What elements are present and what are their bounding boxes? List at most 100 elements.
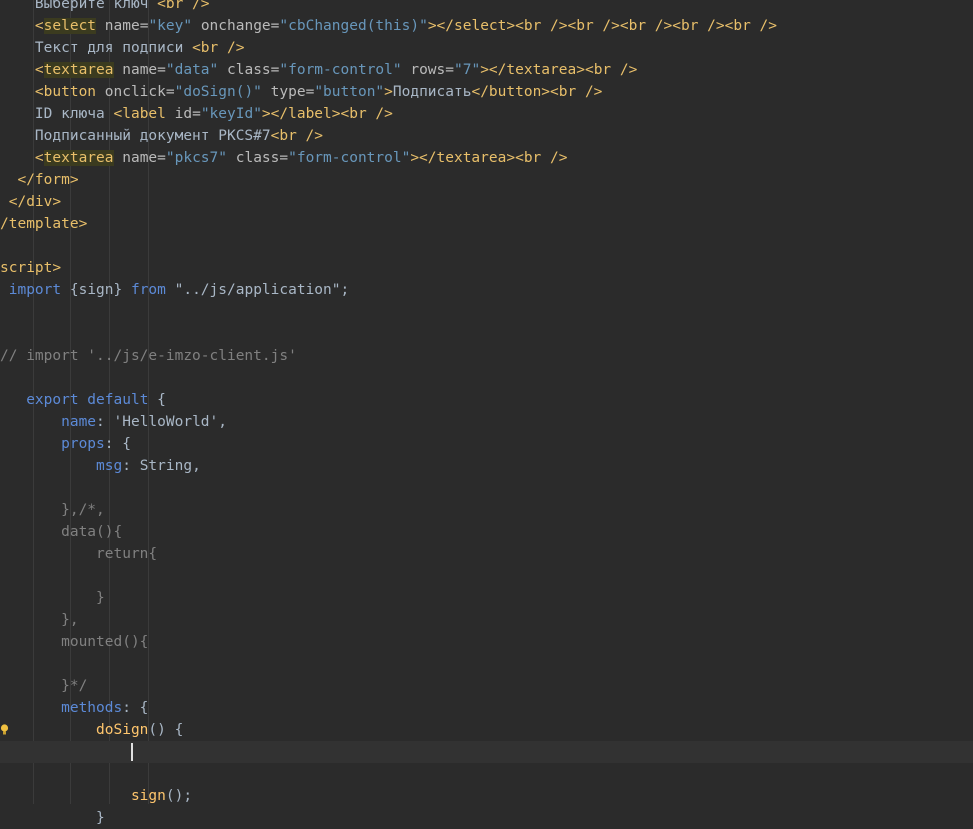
code-token: }, — [0, 612, 79, 628]
code-token: "doSign()" — [174, 84, 262, 100]
code-line[interactable]: } — [0, 807, 973, 829]
code-token: , — [218, 414, 227, 430]
code-token: : { — [104, 436, 131, 452]
code-line[interactable] — [0, 323, 973, 345]
code-token: : — [96, 414, 114, 430]
code-token: type= — [261, 84, 315, 100]
code-token: </button><br /> — [471, 84, 603, 100]
code-line[interactable]: </form> — [0, 169, 973, 191]
code-line[interactable]: <textarea name="data" class="form-contro… — [0, 59, 973, 81]
code-line[interactable]: props: { — [0, 433, 973, 455]
code-line[interactable]: <button onclick="doSign()" type="button"… — [0, 81, 973, 103]
code-line[interactable]: <select name="key" onchange="cbChanged(t… — [0, 15, 973, 37]
code-token: "key" — [148, 18, 193, 34]
code-line[interactable]: Текст для подписи <br /> — [0, 37, 973, 59]
code-line[interactable]: script> — [0, 257, 973, 279]
code-token: // import '../js/e-imzo-client.js' — [0, 348, 297, 364]
code-token: doSign — [96, 722, 149, 738]
code-token: ></label><br /> — [261, 106, 393, 122]
code-line[interactable]: export default { — [0, 389, 973, 411]
code-token: "form-control" — [288, 150, 411, 166]
code-line[interactable] — [0, 367, 973, 389]
code-line[interactable]: mounted(){ — [0, 631, 973, 653]
code-token: } — [0, 590, 105, 606]
code-line[interactable]: data(){ — [0, 521, 973, 543]
code-token: "button" — [314, 84, 385, 100]
code-token: name= — [113, 62, 166, 78]
code-token: "data" — [165, 62, 219, 78]
code-line[interactable] — [0, 477, 973, 499]
code-token: ID ключа — [0, 106, 114, 122]
code-token: {sign} — [61, 282, 131, 298]
code-token: <br /> — [157, 0, 210, 12]
code-line[interactable]: Выберите ключ <br /> — [0, 0, 973, 15]
code-token: "form-control" — [279, 62, 402, 78]
code-token: } — [0, 810, 105, 826]
code-token: Подписанный документ PKCS#7 — [0, 128, 271, 144]
code-token: "7" — [454, 62, 481, 78]
code-token: <button — [34, 84, 97, 100]
code-line[interactable]: /template> — [0, 213, 973, 235]
code-token: }*/ — [0, 678, 88, 694]
code-line[interactable]: <textarea name="pkcs7" class="form-contr… — [0, 147, 973, 169]
code-token: < — [34, 150, 44, 166]
code-line[interactable] — [0, 653, 973, 675]
code-line[interactable] — [0, 235, 973, 257]
code-token: (); — [165, 788, 193, 804]
code-token: name= — [113, 150, 166, 166]
code-token: ></select><br /><br /><br /><br /><br /> — [427, 18, 778, 34]
code-token: data(){ — [0, 524, 123, 540]
code-token: sign — [130, 788, 166, 804]
text-caret — [130, 743, 133, 761]
code-token: name= — [96, 18, 149, 34]
code-line[interactable]: }*/ — [0, 675, 973, 697]
code-token: > — [384, 84, 393, 100]
code-token: class= — [227, 150, 289, 166]
code-line[interactable]: ID ключа <label id="keyId"></label><br /… — [0, 103, 973, 125]
code-line[interactable]: } — [0, 587, 973, 609]
code-token: textarea — [43, 150, 114, 166]
code-line[interactable] — [0, 301, 973, 323]
code-line[interactable]: name: 'HelloWorld', — [0, 411, 973, 433]
code-token: </div> — [0, 194, 62, 210]
code-line[interactable]: Подписанный документ PKCS#7<br /> — [0, 125, 973, 147]
code-token: < — [34, 18, 44, 34]
code-token: return{ — [0, 546, 158, 562]
code-line[interactable]: return{ — [0, 543, 973, 565]
code-token: /template> — [0, 216, 88, 232]
code-line[interactable]: </div> — [0, 191, 973, 213]
code-token: </form> — [0, 172, 79, 188]
code-token: msg — [96, 458, 123, 474]
code-line[interactable] — [0, 565, 973, 587]
code-line[interactable] — [0, 763, 973, 785]
code-editor[interactable]: Выберите ключ <br /> <select name="key" … — [0, 0, 973, 826]
code-line[interactable]: methods: { — [0, 697, 973, 719]
code-line[interactable]: import {sign} from "../js/application"; — [0, 279, 973, 301]
code-token: "cbChanged(this)" — [279, 18, 428, 34]
code-token: "pkcs7" — [165, 150, 227, 166]
code-line[interactable]: }, — [0, 609, 973, 631]
code-token: "keyId" — [200, 106, 262, 122]
code-token: class= — [218, 62, 280, 78]
code-line[interactable]: doSign() { — [0, 719, 973, 741]
code-line[interactable]: },/*, — [0, 499, 973, 521]
code-token: () { — [148, 722, 184, 738]
code-line[interactable]: msg: String, — [0, 455, 973, 477]
code-token: Текст для подписи — [0, 40, 193, 56]
code-line[interactable] — [0, 741, 973, 763]
code-token: onchange= — [192, 18, 280, 34]
lightbulb-icon[interactable] — [0, 724, 9, 736]
code-token: : { — [122, 700, 149, 716]
code-line[interactable]: // import '../js/e-imzo-client.js' — [0, 345, 973, 367]
code-token: props — [61, 436, 105, 452]
